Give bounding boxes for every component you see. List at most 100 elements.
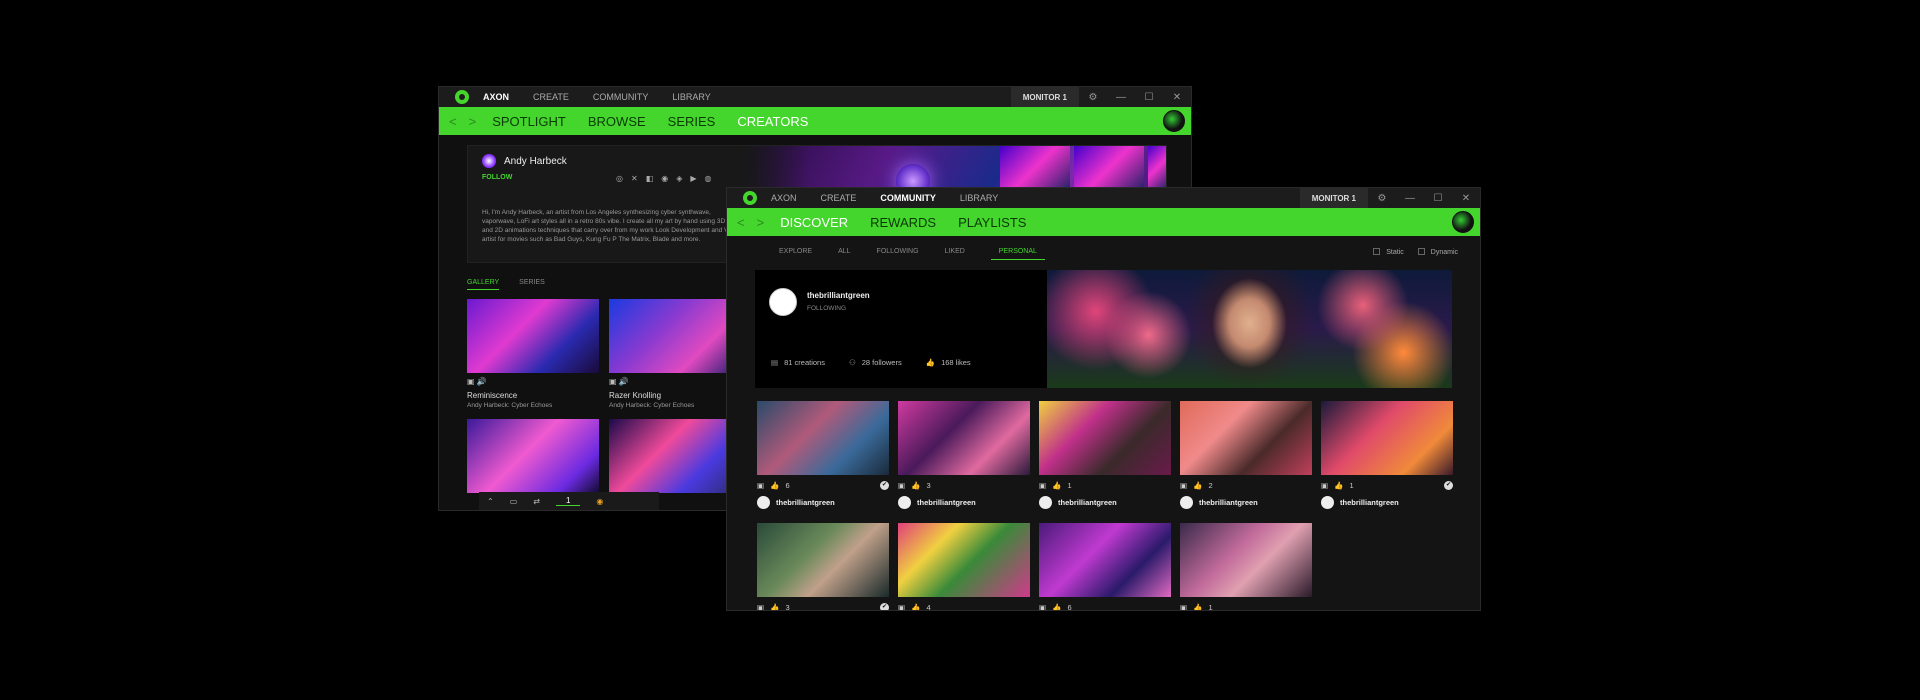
thumbs-up-icon[interactable]: 👍: [1193, 481, 1202, 490]
gallery-thumbnail[interactable]: [609, 299, 741, 373]
tab-liked[interactable]: LIKED: [945, 248, 965, 260]
creation-card[interactable]: ▣ 👍 3 ✔: [757, 523, 889, 611]
swap-icon[interactable]: ⇄: [533, 497, 540, 506]
back-arrow-icon[interactable]: <: [737, 215, 745, 230]
monitor-icon[interactable]: ▭: [510, 497, 518, 506]
monitor-selector[interactable]: MONITOR 1: [1010, 87, 1079, 107]
user-avatar[interactable]: [1163, 110, 1185, 132]
creation-thumbnail[interactable]: [1321, 401, 1453, 475]
creator-name: Andy Harbeck: [504, 155, 567, 167]
tab-creators[interactable]: CREATORS: [737, 114, 808, 129]
tab-all[interactable]: ALL: [838, 248, 850, 260]
topnav-library[interactable]: LIBRARY: [960, 193, 998, 203]
creation-card[interactable]: ▣ 👍 1: [1180, 523, 1312, 611]
creation-thumbnail[interactable]: [898, 523, 1030, 597]
topnav-create[interactable]: CREATE: [821, 193, 857, 203]
follow-button[interactable]: FOLLOW: [482, 174, 512, 181]
maximize-icon[interactable]: ☐: [1135, 92, 1163, 103]
gallery-item[interactable]: [609, 419, 741, 493]
dynamic-checkbox[interactable]: Dynamic: [1417, 248, 1458, 256]
minimize-icon[interactable]: —: [1396, 193, 1424, 204]
tab-explore[interactable]: EXPLORE: [779, 248, 812, 260]
forward-arrow-icon[interactable]: >: [469, 114, 477, 129]
creation-thumbnail[interactable]: [1039, 523, 1171, 597]
tab-series-sub[interactable]: SERIES: [519, 279, 545, 290]
tab-rewards[interactable]: REWARDS: [870, 215, 936, 230]
forward-arrow-icon[interactable]: >: [757, 215, 765, 230]
creation-card[interactable]: ▣ 👍 4: [898, 523, 1030, 611]
gallery-item[interactable]: [467, 419, 599, 493]
gear-icon[interactable]: ⚙: [1368, 193, 1396, 204]
tab-gallery[interactable]: GALLERY: [467, 279, 500, 290]
discord-icon[interactable]: ◈: [676, 174, 682, 183]
monitor-selector[interactable]: MONITOR 1: [1299, 188, 1368, 208]
creation-thumbnail[interactable]: [898, 401, 1030, 475]
youtube-icon[interactable]: ▶: [690, 174, 696, 183]
following-status[interactable]: FOLLOWING: [807, 305, 846, 312]
thumbs-up-icon[interactable]: 👍: [1193, 603, 1202, 611]
topnav-community[interactable]: COMMUNITY: [880, 193, 936, 203]
play-sound-icons[interactable]: ▣ 🔊: [609, 377, 629, 387]
close-icon[interactable]: ✕: [1452, 193, 1480, 204]
thumbs-up-icon[interactable]: 👍: [1334, 481, 1343, 490]
creation-thumbnail[interactable]: [1180, 401, 1312, 475]
tab-following[interactable]: FOLLOWING: [877, 248, 919, 260]
author-name[interactable]: thebrilliantgreen: [1058, 498, 1117, 507]
close-icon[interactable]: ✕: [1163, 92, 1191, 103]
creation-card[interactable]: ▣ 👍 6 ✔ thebrilliantgreen: [757, 401, 889, 509]
maximize-icon[interactable]: ☐: [1424, 193, 1452, 204]
topnav-axon[interactable]: AXON: [483, 92, 509, 102]
instagram-icon[interactable]: ◉: [661, 174, 668, 183]
thumbs-up-icon[interactable]: 👍: [770, 481, 779, 490]
tab-spotlight[interactable]: SPOTLIGHT: [492, 114, 566, 129]
chevron-up-icon[interactable]: ⌃: [487, 497, 494, 506]
topnav-create[interactable]: CREATE: [533, 92, 569, 102]
user-avatar[interactable]: [1452, 211, 1474, 233]
gallery-thumbnail[interactable]: [467, 419, 599, 493]
checkbox-icon[interactable]: [1417, 248, 1425, 255]
tab-browse[interactable]: BROWSE: [588, 114, 646, 129]
minimize-icon[interactable]: —: [1107, 92, 1135, 103]
thumbs-up-icon[interactable]: 👍: [911, 603, 920, 611]
checkbox-icon[interactable]: [1373, 248, 1381, 255]
gallery-item-title: Razer Knolling: [609, 391, 662, 400]
creation-thumbnail[interactable]: [1180, 523, 1312, 597]
tab-discover[interactable]: DISCOVER: [780, 215, 848, 230]
static-checkbox[interactable]: Static: [1373, 248, 1404, 256]
creation-thumbnail[interactable]: [1039, 401, 1171, 475]
creation-thumbnail[interactable]: [757, 523, 889, 597]
tab-personal[interactable]: PERSONAL: [990, 248, 1045, 260]
play-sound-icons[interactable]: ▣ 🔊: [467, 377, 487, 387]
creation-card[interactable]: ▣ 👍 1 thebrilliantgreen: [1039, 401, 1171, 509]
color-wheel-icon[interactable]: ◉: [596, 497, 603, 506]
weibo-icon[interactable]: ◍: [705, 174, 712, 183]
thumbs-up-icon[interactable]: 👍: [770, 603, 779, 611]
gallery-thumbnail[interactable]: [467, 299, 599, 373]
author-name[interactable]: thebrilliantgreen: [776, 498, 835, 507]
tab-series[interactable]: SERIES: [668, 114, 716, 129]
thumbs-up-icon[interactable]: 👍: [911, 481, 920, 490]
tab-playlists[interactable]: PLAYLISTS: [958, 215, 1026, 230]
back-arrow-icon[interactable]: <: [449, 114, 457, 129]
gallery-item[interactable]: ▣ 🔊✔ Razer Knolling Andy Harbeck: Cyber …: [609, 299, 741, 409]
social-link-icon[interactable]: ◎: [616, 174, 623, 183]
topnav-library[interactable]: LIBRARY: [672, 92, 710, 102]
topnav-community[interactable]: COMMUNITY: [593, 92, 649, 102]
x-social-icon[interactable]: ✕: [631, 174, 638, 183]
thumbs-up-icon[interactable]: 👍: [1052, 603, 1061, 611]
author-name[interactable]: thebrilliantgreen: [1340, 498, 1399, 507]
thumbs-up-icon[interactable]: 👍: [1052, 481, 1061, 490]
razer-logo-icon: [455, 90, 469, 104]
creation-card[interactable]: ▣ 👍 3 thebrilliantgreen: [898, 401, 1030, 509]
creation-thumbnail[interactable]: [757, 401, 889, 475]
gear-icon[interactable]: ⚙: [1079, 92, 1107, 103]
creation-card[interactable]: ▣ 👍 1 ✔ thebrilliantgreen: [1321, 401, 1453, 509]
author-name[interactable]: thebrilliantgreen: [1199, 498, 1258, 507]
creation-card[interactable]: ▣ 👍 2 thebrilliantgreen: [1180, 401, 1312, 509]
gallery-item[interactable]: ▣ 🔊 Reminiscence Andy Harbeck: Cyber Ech…: [467, 299, 599, 409]
creation-card[interactable]: ▣ 👍 6: [1039, 523, 1171, 611]
social-link-icon[interactable]: ◧: [646, 174, 654, 183]
author-name[interactable]: thebrilliantgreen: [917, 498, 976, 507]
topnav-axon[interactable]: AXON: [771, 193, 797, 203]
gallery-thumbnail[interactable]: [609, 419, 741, 493]
